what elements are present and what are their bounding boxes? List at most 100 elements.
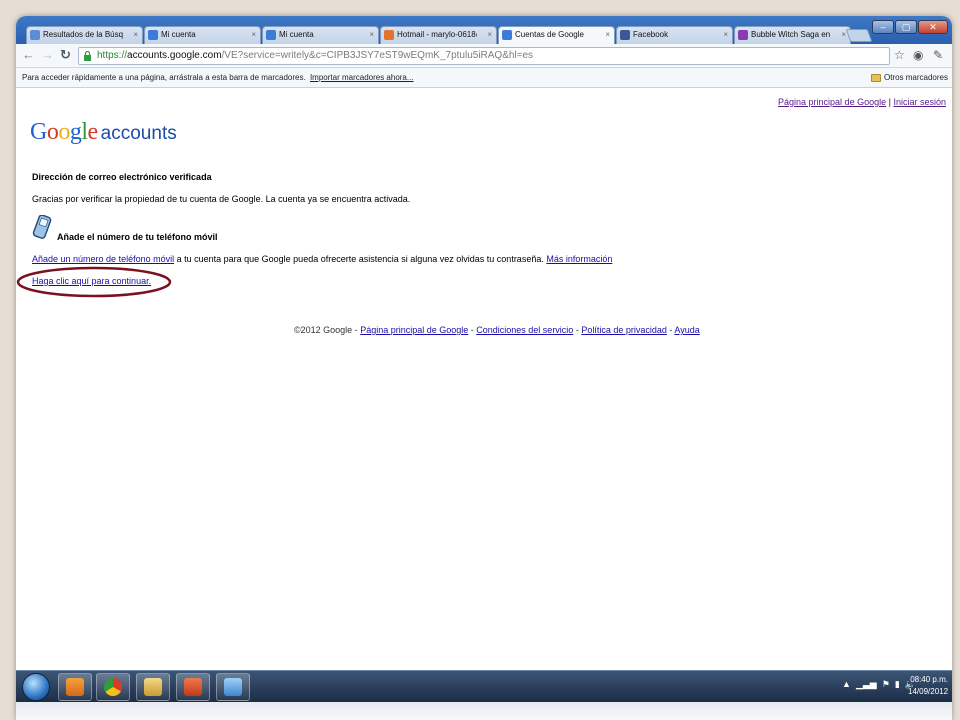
- browser-tab[interactable]: Resultados de la Búsqueda ×: [26, 26, 143, 44]
- url-host: accounts.google.com: [127, 50, 222, 61]
- google-favicon-icon: [502, 30, 512, 40]
- taskbar-media-player[interactable]: [58, 673, 92, 701]
- footer-home-link[interactable]: Página principal de Google: [360, 325, 468, 335]
- show-hidden-icons[interactable]: ▲: [842, 679, 851, 689]
- sign-in-link[interactable]: Iniciar sesión: [893, 97, 946, 107]
- paint-icon: [224, 678, 242, 696]
- taskbar-clock[interactable]: 08:40 p.m. 14/09/2012: [908, 674, 948, 698]
- browser-tab[interactable]: Bubble Witch Saga en Fa×: [734, 26, 851, 44]
- address-bar[interactable]: https://accounts.google.com/VE?service=w…: [78, 47, 890, 65]
- tab-label: Mi cuenta: [161, 30, 196, 39]
- lock-icon: [84, 51, 91, 61]
- facebook-favicon-icon: [620, 30, 630, 40]
- reload-button[interactable]: ↻: [60, 48, 71, 62]
- taskbar-paint[interactable]: [216, 673, 250, 701]
- tab-close-icon[interactable]: ×: [723, 27, 728, 43]
- add-phone-heading: Añade el número de tu teléfono móvil: [57, 232, 218, 242]
- more-info-link[interactable]: Más información: [546, 254, 612, 264]
- star-icon[interactable]: ☆: [894, 48, 905, 62]
- browser-tab[interactable]: Mi cuenta ×: [144, 26, 261, 44]
- taskbar-powerpoint[interactable]: [176, 673, 210, 701]
- add-phone-text: a tu cuenta para que Google pueda ofrece…: [174, 254, 547, 264]
- back-button[interactable]: ←: [22, 48, 35, 62]
- continue-link-wrapper: Haga clic aquí para continuar.: [32, 276, 151, 286]
- tab-label: Facebook: [633, 30, 669, 39]
- logo-accounts-text: accounts: [100, 123, 177, 144]
- logo-letter: G: [30, 119, 47, 145]
- footer-privacy-link[interactable]: Política de privacidad: [581, 325, 667, 335]
- folder-icon: [870, 73, 881, 82]
- browser-tab-strip: Resultados de la Búsqueda×Mi cuenta×Mi c…: [16, 16, 952, 45]
- browser-tab[interactable]: Facebook ×: [616, 26, 733, 44]
- other-bookmarks-label: Otros marcadores: [883, 73, 948, 82]
- system-tray: ▲ ▁▃▅ ⚑ ▮ 🔈: [842, 679, 916, 690]
- windows-taskbar: ▲ ▁▃▅ ⚑ ▮ 🔈 08:40 p.m. 14/09/2012: [16, 670, 952, 702]
- start-button[interactable]: [22, 673, 50, 701]
- close-window-button[interactable]: ✕: [918, 20, 948, 34]
- page-content: Página principal de Google | Iniciar ses…: [16, 89, 952, 669]
- folder-icon: [144, 678, 162, 696]
- add-phone-paragraph: Añade un número de teléfono móvil a tu c…: [32, 254, 612, 264]
- tab-label: Hotmail - marylo-0618@: [397, 30, 477, 39]
- clock-time: 08:40 p.m.: [910, 675, 948, 684]
- browser-tab[interactable]: Mi cuenta ×: [262, 26, 379, 44]
- footer-copyright: ©2012 Google -: [294, 325, 361, 335]
- flag-icon[interactable]: ⚑: [882, 679, 890, 689]
- clock-date: 14/09/2012: [908, 687, 948, 696]
- browser-tab[interactable]: Cuentas de Google ×: [498, 26, 615, 45]
- media-player-icon: [66, 678, 84, 696]
- browser-tab[interactable]: Hotmail - marylo-0618@ ×: [380, 26, 497, 44]
- tab-close-icon[interactable]: ×: [369, 27, 374, 43]
- top-links-separator: |: [888, 97, 891, 107]
- new-tab-button[interactable]: [845, 29, 873, 42]
- other-bookmarks[interactable]: Otros marcadores: [870, 68, 948, 88]
- mobile-phone-icon: [32, 215, 52, 239]
- tab-close-icon[interactable]: ×: [605, 27, 610, 43]
- google-favicon-icon: [148, 30, 158, 40]
- network-icon[interactable]: ▮: [895, 679, 900, 689]
- continue-link[interactable]: Haga clic aquí para continuar.: [32, 276, 151, 286]
- wrench-icon[interactable]: ✎: [933, 48, 943, 62]
- page-footer: ©2012 Google - Página principal de Googl…: [294, 325, 700, 335]
- verified-text: Gracias por verificar la propiedad de tu…: [32, 194, 411, 204]
- tab-label: Resultados de la Búsqueda: [43, 30, 123, 39]
- forward-button[interactable]: →: [41, 48, 54, 62]
- tab-label: Mi cuenta: [279, 30, 314, 39]
- eye-extension-icon[interactable]: ◉: [913, 48, 923, 62]
- chrome-icon: [104, 678, 122, 696]
- bookmarks-hint: Para acceder rápidamente a una página, a…: [22, 73, 306, 82]
- google-home-link[interactable]: Página principal de Google: [778, 97, 886, 107]
- slide-frame: Resultados de la Búsqueda×Mi cuenta×Mi c…: [16, 16, 952, 720]
- tab-label: Cuentas de Google: [515, 30, 584, 39]
- tab-label: Bubble Witch Saga en Fa: [751, 30, 831, 39]
- maximize-button[interactable]: ▢: [895, 20, 917, 34]
- logo-letter: o: [58, 119, 70, 145]
- search-favicon-icon: [30, 30, 40, 40]
- tab-close-icon[interactable]: ×: [133, 27, 138, 43]
- verified-heading: Dirección de correo electrónico verifica…: [32, 172, 212, 182]
- url-path: /VE?service=writely&c=CIPB3JSY7eST9wEQmK…: [221, 50, 534, 61]
- logo-letter: g: [69, 119, 82, 145]
- url-scheme: https://: [97, 50, 128, 61]
- tab-close-icon[interactable]: ×: [251, 27, 256, 43]
- hotmail-favicon-icon: [384, 30, 394, 40]
- bookmarks-bar: Para acceder rápidamente a una página, a…: [16, 68, 952, 88]
- google-favicon-icon: [266, 30, 276, 40]
- taskbar-explorer[interactable]: [136, 673, 170, 701]
- signal-icon[interactable]: ▁▃▅: [856, 679, 877, 689]
- logo-letter: e: [87, 119, 99, 145]
- add-phone-link[interactable]: Añade un número de teléfono móvil: [32, 254, 174, 264]
- taskbar-chrome[interactable]: [96, 673, 130, 701]
- logo-letter: o: [46, 119, 59, 145]
- import-bookmarks-link[interactable]: Importar marcadores ahora...: [310, 73, 414, 82]
- google-accounts-logo: Google accounts: [30, 119, 177, 146]
- reflection-strip: [16, 702, 952, 720]
- top-links: Página principal de Google | Iniciar ses…: [778, 97, 946, 107]
- game-favicon-icon: [738, 30, 748, 40]
- window-controls: – ▢ ✕: [871, 20, 948, 34]
- footer-terms-link[interactable]: Condiciones del servicio: [476, 325, 573, 335]
- minimize-button[interactable]: –: [872, 20, 894, 34]
- tab-close-icon[interactable]: ×: [487, 27, 492, 43]
- footer-help-link[interactable]: Ayuda: [674, 325, 699, 335]
- powerpoint-icon: [184, 678, 202, 696]
